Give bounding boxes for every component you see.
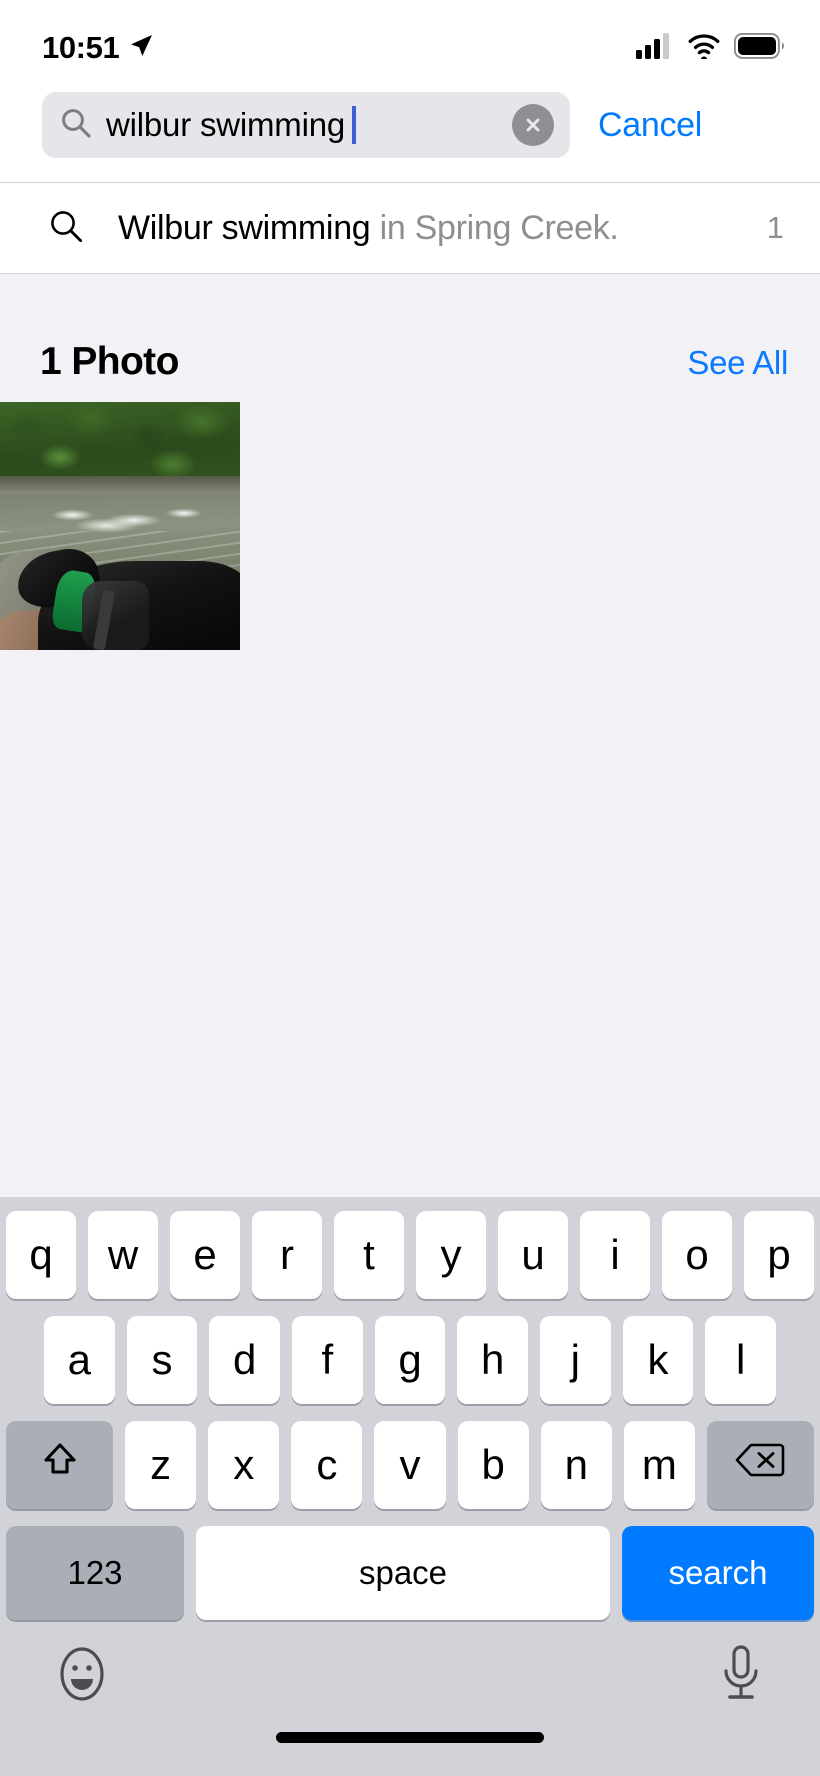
photo-dog-harness: [81, 580, 149, 650]
search-input[interactable]: wilbur swimming: [42, 92, 570, 158]
keyboard-row-4: 123 space search: [0, 1526, 820, 1620]
key-r[interactable]: r: [252, 1211, 322, 1299]
cellular-signal-icon: [636, 32, 674, 64]
search-key[interactable]: search: [622, 1526, 814, 1620]
key-w[interactable]: w: [88, 1211, 158, 1299]
key-n[interactable]: n: [540, 1421, 612, 1509]
space-key[interactable]: space: [196, 1526, 610, 1620]
text-cursor: [352, 106, 357, 144]
key-v[interactable]: v: [374, 1421, 446, 1509]
key-s[interactable]: s: [126, 1316, 198, 1404]
search-input-value: wilbur swimming: [106, 106, 346, 143]
key-p[interactable]: p: [744, 1211, 814, 1299]
key-t[interactable]: t: [334, 1211, 404, 1299]
shift-arrow-icon: [38, 1438, 82, 1492]
key-e[interactable]: e: [170, 1211, 240, 1299]
key-l[interactable]: l: [705, 1316, 777, 1404]
key-h[interactable]: h: [457, 1316, 529, 1404]
search-bar: wilbur swimming Cancel: [0, 78, 820, 183]
key-o[interactable]: o: [662, 1211, 732, 1299]
key-u[interactable]: u: [498, 1211, 568, 1299]
wifi-icon: [687, 33, 721, 64]
location-arrow-icon: [128, 33, 154, 64]
microphone-icon[interactable]: [716, 1643, 766, 1710]
home-indicator[interactable]: [276, 1732, 544, 1743]
key-c[interactable]: c: [291, 1421, 363, 1509]
results-header: 1 Photo See All: [0, 274, 820, 402]
status-bar: 10:51: [0, 0, 820, 78]
key-f[interactable]: f: [292, 1316, 363, 1404]
keyboard-row-3: z x c v b n m: [0, 1421, 820, 1509]
status-bar-left: 10:51: [42, 30, 154, 66]
cancel-button[interactable]: Cancel: [570, 106, 732, 145]
key-j[interactable]: j: [540, 1316, 611, 1404]
key-x[interactable]: x: [208, 1421, 280, 1509]
key-q[interactable]: q: [6, 1211, 76, 1299]
status-bar-right: [636, 32, 786, 64]
search-suggestion-row[interactable]: Wilbur swimming in Spring Creek. 1: [0, 183, 820, 274]
status-bar-clock: 10:51: [42, 30, 120, 65]
home-indicator-area: [0, 1732, 820, 1776]
battery-full-icon: [733, 32, 786, 64]
key-m[interactable]: m: [623, 1421, 695, 1509]
key-y[interactable]: y: [416, 1211, 486, 1299]
emoji-smiley-icon[interactable]: [54, 1643, 110, 1710]
on-screen-keyboard: q w e r t y u i o p a s d f g h j k l z …: [0, 1197, 820, 1776]
backspace-icon: [735, 1441, 785, 1489]
key-i[interactable]: i: [580, 1211, 650, 1299]
key-d[interactable]: d: [209, 1316, 280, 1404]
key-z[interactable]: z: [125, 1421, 197, 1509]
see-all-button[interactable]: See All: [687, 344, 788, 382]
keyboard-row-2: a s d f g h j k l: [0, 1316, 820, 1404]
key-a[interactable]: a: [43, 1316, 115, 1404]
backspace-key[interactable]: [706, 1421, 814, 1509]
photo-thumbnail-dog-in-creek[interactable]: [0, 402, 240, 650]
suggestion-count: 1: [766, 210, 784, 245]
keyboard-row-1: q w e r t y u i o p: [0, 1211, 820, 1299]
search-icon: [60, 107, 92, 144]
suggestion-primary-text: Wilbur swimming: [118, 208, 371, 247]
suggestion-secondary-text: in Spring Creek.: [370, 208, 619, 247]
clear-circle-icon[interactable]: [512, 104, 554, 146]
key-k[interactable]: k: [622, 1316, 694, 1404]
search-results-area: 1 Photo See All: [0, 274, 820, 1197]
numbers-key[interactable]: 123: [6, 1526, 184, 1620]
suggestion-text: Wilbur swimming in Spring Creek.: [118, 209, 767, 248]
shift-key[interactable]: [6, 1421, 113, 1509]
photo-grid: [0, 402, 820, 650]
photos-search-screen: 10:51 wilbur swimming Cancel Wilbur swim…: [0, 0, 820, 1776]
keyboard-bottom-row: [0, 1620, 820, 1732]
search-icon: [48, 208, 84, 249]
key-b[interactable]: b: [457, 1421, 529, 1509]
results-title: 1 Photo: [40, 340, 179, 383]
key-g[interactable]: g: [374, 1316, 446, 1404]
